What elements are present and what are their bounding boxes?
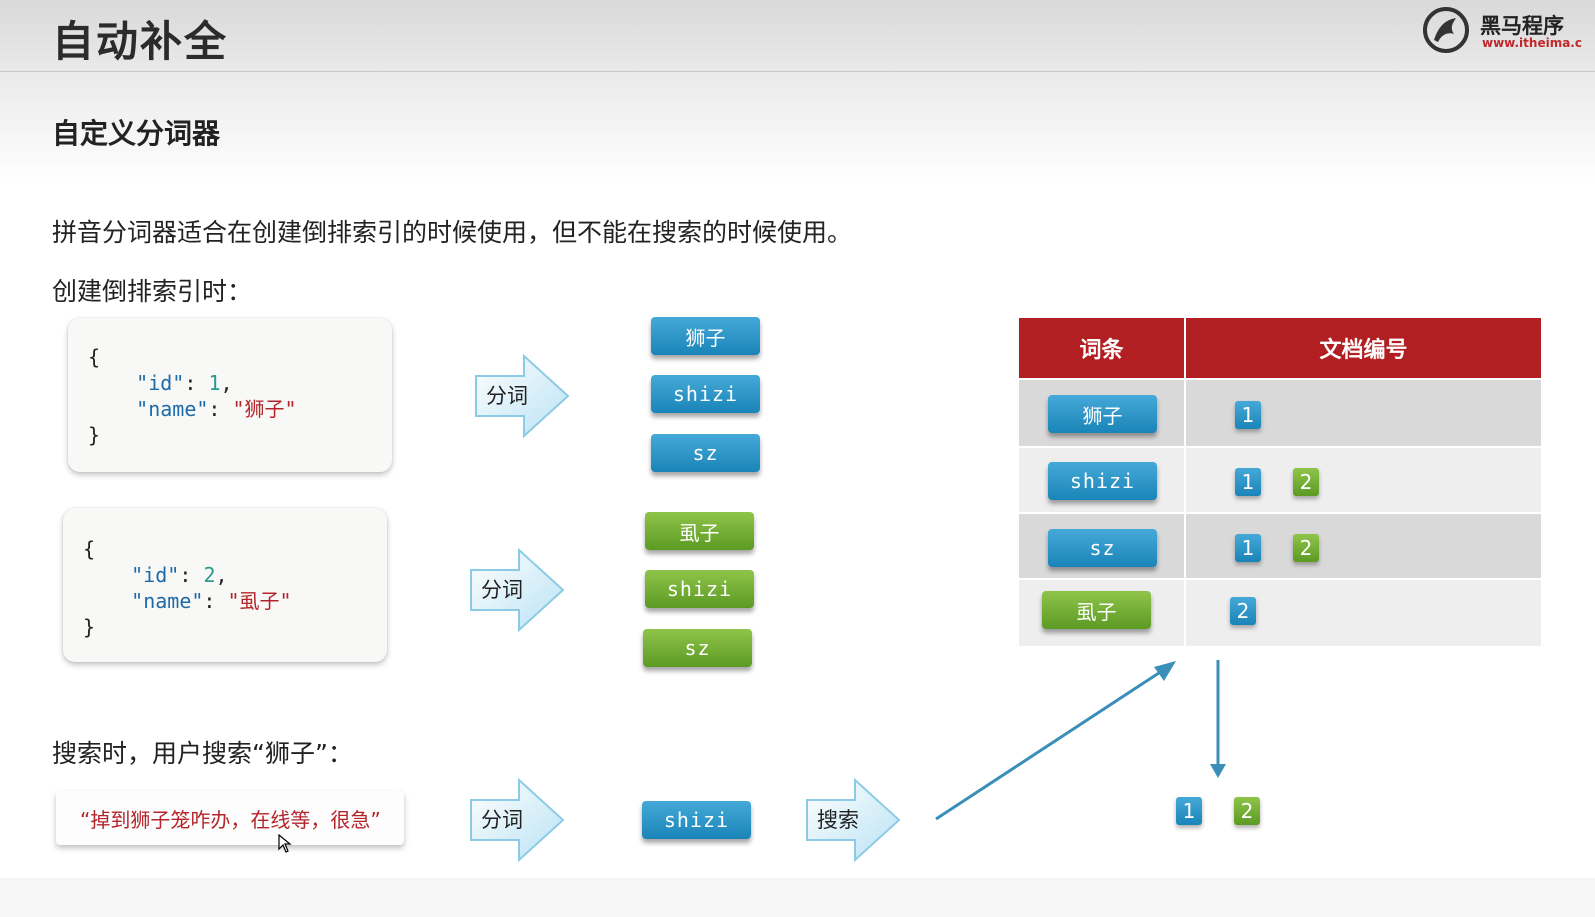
doc-id-badge: 1 [1235, 468, 1261, 496]
intro-text: 拼音分词器适合在创建倒排索引的时候使用，但不能在搜索的时候使用。 [52, 218, 853, 247]
token-doc1-chinese: 狮子 [651, 317, 760, 355]
table-term-cell: 狮子 [1048, 395, 1157, 433]
id-key: "id" [136, 371, 185, 395]
search-query-text: “掉到狮子笼咋办，在线等，很急” [80, 808, 381, 832]
id-value: 2 [203, 563, 216, 587]
id-key: "id" [131, 563, 180, 587]
document-card-2: { "id": 2, "name": "虱子" } [63, 508, 387, 662]
name-key: "name" [131, 589, 204, 613]
document-json-1: { "id": 1, "name": "狮子" } [88, 345, 297, 447]
brace-close: } [88, 423, 101, 447]
row-divider [1019, 578, 1541, 580]
brand-logo: 黑马程序 www.itheima.c [1422, 4, 1595, 54]
tokenize-arrow-3: 分词 [469, 778, 565, 862]
brace-open: { [83, 537, 96, 561]
table-term-cell: sz [1048, 529, 1157, 567]
token-doc1-initials: sz [651, 434, 760, 472]
slide-title: 自动补全 [52, 17, 229, 66]
table-term-cell: 虱子 [1042, 591, 1151, 629]
header-divider [0, 71, 1595, 72]
tokenize-label: 分词 [481, 808, 523, 832]
id-value: 1 [208, 371, 221, 395]
token-doc2-initials: sz [643, 629, 752, 667]
slide-header-band [0, 0, 1595, 185]
doc-id-badge: 2 [1230, 597, 1256, 625]
token-doc2-pinyin: shizi [645, 570, 754, 608]
result-arrow-icon [1210, 660, 1226, 778]
token-doc2-chinese: 虱子 [645, 512, 754, 550]
mouse-cursor-icon [278, 834, 292, 853]
column-divider [1184, 318, 1186, 646]
search-arrow: 搜索 [805, 778, 901, 862]
document-card-1: { "id": 1, "name": "狮子" } [68, 318, 392, 472]
tokenize-arrow-1: 分词 [474, 354, 570, 438]
name-key: "name" [136, 397, 209, 421]
row-divider [1019, 378, 1541, 380]
name-value: "虱子" [227, 589, 292, 613]
lookup-arrow-icon [935, 661, 1176, 821]
brace-close: } [83, 615, 96, 639]
document-json-2: { "id": 2, "name": "虱子" } [83, 537, 292, 639]
doc-id-badge: 2 [1293, 468, 1319, 496]
search-token: shizi [642, 801, 751, 839]
tokenize-label: 分词 [486, 384, 528, 408]
inverted-index-table: 词条 文档编号 狮子 1 shizi 1 2 sz 1 2 虱子 2 [1019, 318, 1541, 646]
doc-id-badge: 1 [1235, 534, 1261, 562]
table-header-term: 词条 [1019, 318, 1184, 378]
doc-id-badge: 2 [1293, 534, 1319, 562]
search-label-text: 搜索时，用户搜索“狮子”： [52, 739, 353, 768]
name-value: "狮子" [232, 397, 297, 421]
row-divider [1019, 512, 1541, 514]
result-doc-badge: 1 [1176, 797, 1202, 825]
horse-logo-icon [1423, 7, 1469, 53]
row-divider [1019, 446, 1541, 448]
brace-open: { [88, 345, 101, 369]
indexing-label: 创建倒排索引时： [52, 277, 253, 306]
tokenize-label: 分词 [481, 578, 523, 602]
search-query-box: “掉到狮子笼咋办，在线等，很急” [56, 791, 404, 845]
token-doc1-pinyin: shizi [651, 375, 760, 413]
search-label: 搜索 [817, 808, 859, 832]
table-term-cell: shizi [1048, 462, 1157, 500]
doc-id-badge: 1 [1235, 401, 1261, 429]
table-header-doc-ids: 文档编号 [1186, 318, 1541, 378]
logo-url: www.itheima.c [1482, 36, 1582, 50]
slide-subtitle: 自定义分词器 [52, 117, 221, 150]
footer-band [0, 878, 1595, 917]
tokenize-arrow-2: 分词 [469, 548, 565, 632]
result-doc-badge: 2 [1234, 797, 1260, 825]
